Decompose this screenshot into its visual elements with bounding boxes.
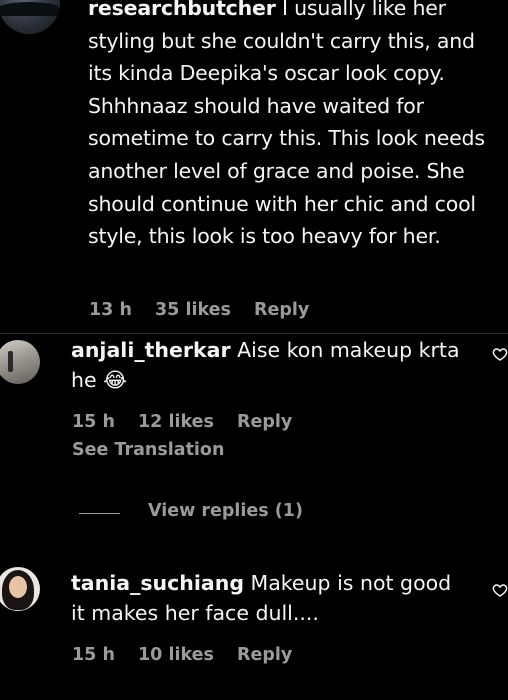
see-translation-button[interactable]: See Translation bbox=[72, 440, 224, 460]
heart-outline-icon[interactable] bbox=[492, 346, 508, 362]
comment-meta: 13 h 35 likes Reply bbox=[89, 300, 326, 320]
avatar[interactable] bbox=[0, 567, 40, 611]
view-replies-line bbox=[79, 513, 120, 514]
comment-time: 13 h bbox=[89, 300, 132, 320]
likes-count[interactable]: 10 likes bbox=[138, 645, 214, 665]
view-replies-button[interactable]: View replies (1) bbox=[148, 501, 303, 521]
divider bbox=[0, 333, 508, 334]
comment-time: 15 h bbox=[72, 645, 115, 665]
comment-username[interactable]: tania_suchiang bbox=[71, 571, 244, 595]
comment-body: I usually like her styling but she could… bbox=[88, 0, 485, 249]
reply-button[interactable]: Reply bbox=[237, 645, 292, 665]
reply-button[interactable]: Reply bbox=[254, 300, 309, 320]
comment-meta: 15 h 10 likes Reply bbox=[72, 645, 309, 665]
avatar[interactable] bbox=[0, 0, 60, 34]
heart-outline-icon[interactable] bbox=[492, 582, 508, 598]
comment-time: 15 h bbox=[72, 412, 115, 432]
comment-meta: 15 h 12 likes Reply bbox=[72, 412, 309, 432]
comment-username[interactable]: researchbutcher bbox=[88, 0, 276, 20]
avatar[interactable] bbox=[0, 340, 40, 384]
comment-text: tania_suchiang Makeup is not good it mak… bbox=[71, 568, 471, 628]
comment-text: anjali_therkar Aise kon makeup krta he 😂 bbox=[71, 335, 471, 395]
reply-button[interactable]: Reply bbox=[237, 412, 292, 432]
comment-text: researchbutcher I usually like her styli… bbox=[88, 0, 498, 253]
comment-username[interactable]: anjali_therkar bbox=[71, 338, 231, 362]
likes-count[interactable]: 35 likes bbox=[155, 300, 231, 320]
likes-count[interactable]: 12 likes bbox=[138, 412, 214, 432]
